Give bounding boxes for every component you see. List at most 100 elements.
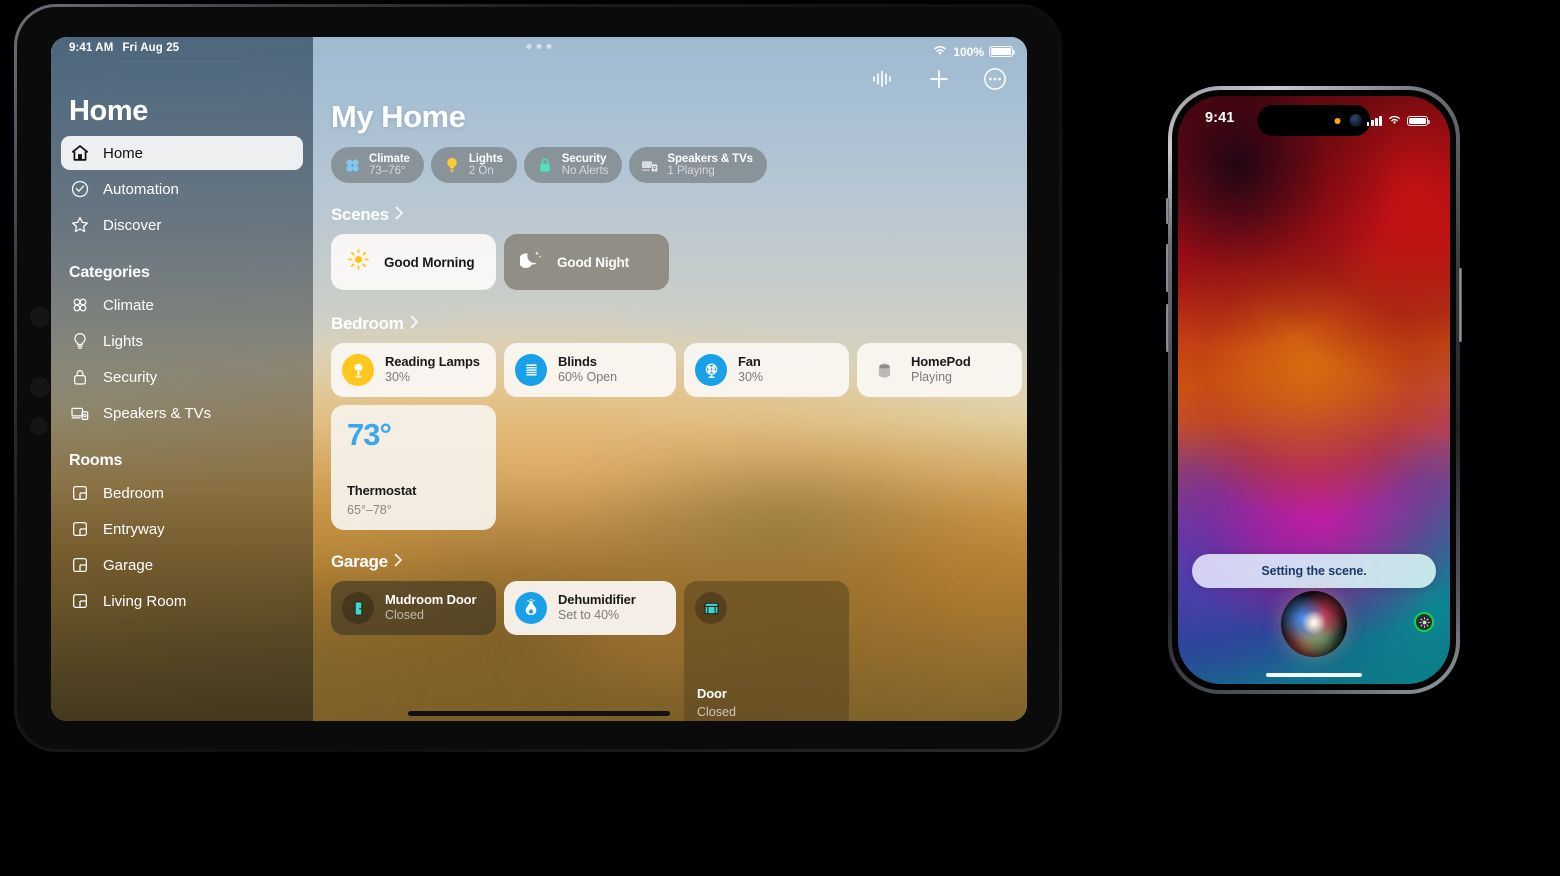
accessory-blinds[interactable]: Blinds 60% Open [504,343,676,397]
iphone-bezel: 9:41 Setting the scene. [1172,90,1456,690]
scene-good-morning[interactable]: Good Morning [331,234,496,290]
sidebar-item-label: Climate [103,296,154,314]
iphone-volume-up-button[interactable] [1166,244,1169,292]
iphone-device: 9:41 Setting the scene. [1166,86,1462,694]
ipad-status-left: 9:41 AM Fri Aug 25 [51,37,313,59]
screenshot-stage: 100% 9:41 AM Fri Aug 25 Home Home Automa… [0,0,1560,876]
iphone-screen: 9:41 Setting the scene. [1178,96,1450,684]
status-pill-climate[interactable]: Climate 73–76° [331,147,424,183]
section-header-scenes[interactable]: Scenes [313,205,1027,225]
home-main-content: My Home Climate 73–76° Lights 2 On Secur… [313,37,1027,721]
room-icon [69,483,90,504]
sidebar-item-label: Speakers & TVs [103,404,212,422]
sidebar-item-climate[interactable]: Climate [61,288,303,322]
sidebar-item-automation[interactable]: Automation [61,172,303,206]
plus-icon[interactable] [925,65,953,93]
accessory-fan[interactable]: Fan 30% [684,343,849,397]
section-header-garage[interactable]: Garage [313,552,1027,572]
sidebar-item-bedroom[interactable]: Bedroom [61,476,303,510]
lightbulb-icon [69,331,90,352]
sidebar-item-label: Garage [103,556,154,574]
sidebar-item-label: Bedroom [103,484,164,502]
garage-door-icon [695,592,727,624]
pill-value: 73–76° [369,165,406,177]
room-icon [69,591,90,612]
pill-value: 2 On [468,165,494,177]
wifi-icon [932,44,948,59]
section-header-bedroom[interactable]: Bedroom [313,314,1027,334]
ipad-magnetic-dot [30,307,50,327]
sidebar-item-discover[interactable]: Discover [61,208,303,242]
status-pill-security[interactable]: Security No Alerts [523,147,623,183]
accessory-status: 30% [385,370,411,385]
siri-orb-icon[interactable] [1281,591,1347,657]
accessory-status: Closed [385,608,424,623]
wifi-icon [1387,112,1402,130]
ipad-status-right: 100% [932,44,1016,59]
room-icon [69,519,90,540]
fan-icon [342,155,362,175]
accessory-name: Fan [738,354,761,370]
ellipsis-circle-icon[interactable] [981,65,1009,93]
lock-icon [69,367,90,388]
lamp-icon [342,354,374,386]
ipad-device: 100% 9:41 AM Fri Aug 25 Home Home Automa… [14,4,1062,752]
accessory-reading-lamps[interactable]: Reading Lamps 30% [331,343,496,397]
sidebar-primary-nav: Home Automation Discover [51,136,313,242]
pill-title: Climate [369,152,410,165]
iphone-volume-down-button[interactable] [1166,304,1169,352]
accessory-homepod[interactable]: HomePod Playing [857,343,1022,397]
multitasking-handle[interactable] [526,44,552,49]
sidebar-item-security[interactable]: Security [61,360,303,394]
sidebar-item-entryway[interactable]: Entryway [61,512,303,546]
iphone-status-time: 9:41 [1205,110,1235,126]
dynamic-island[interactable] [1257,105,1371,136]
status-pill-lights[interactable]: Lights 2 On [430,147,517,183]
sidebar-item-home[interactable]: Home [61,136,303,170]
accessory-mudroom-door[interactable]: Mudroom Door Closed [331,581,496,635]
moon-stars-icon [518,248,543,276]
accessory-name: Mudroom Door [385,592,477,608]
iphone-side-button[interactable] [1459,268,1462,342]
battery-icon [989,45,1016,58]
status-pill-speakers-tvs[interactable]: Speakers & TVs 1 Playing [629,147,767,183]
sidebar-rooms-nav: Bedroom Entryway Garage Living Room [51,476,313,618]
iphone-home-indicator[interactable] [1266,672,1362,677]
brightness-icon[interactable] [1414,612,1434,632]
privacy-indicator-icon [1334,117,1341,124]
section-title: Garage [331,552,388,571]
pill-title: Lights [468,152,503,165]
sidebar-item-garage[interactable]: Garage [61,548,303,582]
pill-title: Security [561,152,607,165]
ipad-home-indicator[interactable] [408,711,670,716]
sidebar-item-lights[interactable]: Lights [61,324,303,358]
sidebar-item-label: Living Room [103,592,187,610]
sun-icon [347,248,370,276]
sidebar-item-label: Home [103,144,144,162]
ipad-screen: 100% 9:41 AM Fri Aug 25 Home Home Automa… [51,37,1027,721]
accessory-dehumidifier[interactable]: Dehumidifier Set to 40% [504,581,676,635]
sidebar-item-label: Automation [103,180,179,198]
iphone-silent-switch[interactable] [1166,198,1169,224]
thermostat-temperature: 73° [347,417,392,452]
status-pill-row: Climate 73–76° Lights 2 On Security No A… [313,135,1027,183]
battery-icon [1407,115,1430,127]
sidebar-item-speakers-tvs[interactable]: Speakers & TVs [61,396,303,430]
thermostat-name: Thermostat [347,483,417,498]
accessory-status: Playing [911,370,952,385]
section-title: Scenes [331,205,389,224]
ipad-bezel: 100% 9:41 AM Fri Aug 25 Home Home Automa… [17,7,1059,749]
fan-circle-icon [695,354,727,386]
accessory-name: HomePod [911,354,971,370]
scene-good-night[interactable]: Good Night [504,234,669,290]
pill-value: No Alerts [561,165,609,177]
pill-value: 1 Playing [667,165,715,177]
front-camera-icon [1349,114,1363,127]
accessory-name: Door [697,686,727,701]
sidebar-item-living-room[interactable]: Living Room [61,584,303,618]
waveform-icon[interactable] [869,65,897,93]
chevron-right-icon [410,314,419,334]
accessory-status: Closed [697,705,736,719]
accessory-garage-door[interactable]: Door Closed [684,581,849,721]
accessory-thermostat[interactable]: 73° Thermostat 65°–78° [331,405,496,530]
